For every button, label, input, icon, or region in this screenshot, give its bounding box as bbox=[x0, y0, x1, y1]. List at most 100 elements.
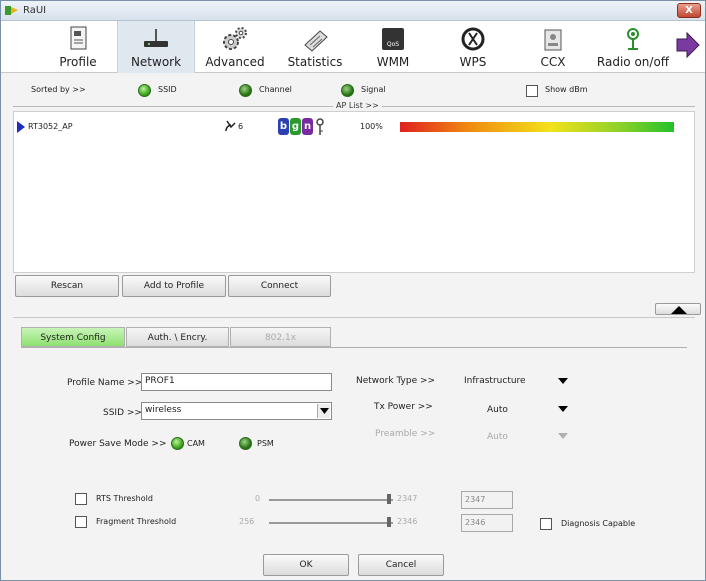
toolbar-network-label: Network bbox=[130, 55, 182, 69]
toolbar-profile-label: Profile bbox=[59, 55, 97, 69]
wmm-icon: QoS bbox=[382, 28, 404, 50]
rts-min: 0 bbox=[255, 494, 261, 503]
toolbar-statistics-button[interactable]: Statistics bbox=[279, 21, 351, 73]
network-icon bbox=[144, 29, 168, 47]
preamble-value: Auto bbox=[487, 432, 508, 442]
fragment-threshold-checkbox[interactable] bbox=[75, 516, 87, 528]
rts-threshold-checkbox[interactable] bbox=[75, 493, 87, 505]
chevron-down-icon bbox=[320, 408, 329, 414]
ok-button[interactable]: OK bbox=[263, 554, 349, 576]
connect-button[interactable]: Connect bbox=[228, 275, 331, 297]
power-save-psm-label: PSM bbox=[257, 439, 274, 448]
sort-channel-label: Channel bbox=[259, 85, 292, 94]
ap-signal-text: 100% bbox=[360, 122, 383, 131]
wps-icon bbox=[461, 27, 485, 51]
collapse-button[interactable] bbox=[655, 303, 701, 315]
rts-slider-thumb[interactable] bbox=[387, 494, 391, 504]
tab-8021x[interactable]: 802.1x bbox=[230, 327, 331, 347]
rts-value-field[interactable]: 2347 bbox=[461, 491, 513, 509]
profile-name-input[interactable]: PROF1 bbox=[141, 373, 332, 391]
ssid-combobox[interactable]: wireless bbox=[141, 402, 332, 420]
mode-n-badge: n bbox=[302, 118, 313, 135]
toolbar-radio-label: Radio on/off bbox=[596, 55, 670, 69]
tab-underline bbox=[21, 347, 687, 348]
network-type-value[interactable]: Infrastructure bbox=[464, 376, 526, 386]
selected-row-arrow-icon bbox=[17, 121, 25, 133]
ccx-icon bbox=[544, 29, 562, 51]
profile-name-label: Profile Name >> bbox=[67, 378, 143, 388]
ap-list: RT3052_AP 6 b g n 100% bbox=[13, 111, 695, 273]
ap-signal-bar bbox=[400, 122, 674, 132]
toolbar-advanced-label: Advanced bbox=[205, 55, 265, 69]
add-to-profile-button[interactable]: Add to Profile bbox=[122, 275, 226, 297]
arrow-right-icon[interactable] bbox=[675, 31, 701, 59]
sorted-by-label: Sorted by >> bbox=[31, 85, 86, 94]
tx-power-value[interactable]: Auto bbox=[487, 405, 508, 415]
svg-text:QoS: QoS bbox=[387, 41, 399, 48]
sort-bar: Sorted by >> SSID Channel Signal Show dB… bbox=[13, 81, 695, 101]
ap-ssid: RT3052_AP bbox=[28, 122, 73, 131]
main-toolbar: Profile Network Advanced Statistics QoS … bbox=[1, 21, 705, 73]
profile-icon bbox=[70, 26, 87, 50]
fragment-min: 256 bbox=[239, 517, 255, 526]
toolbar-ccx-button[interactable]: CCX bbox=[519, 21, 587, 73]
ssid-dropdown-button[interactable] bbox=[317, 404, 330, 418]
toolbar-network-button[interactable]: Network bbox=[117, 21, 195, 73]
toolbar-wps-label: WPS bbox=[459, 55, 487, 69]
fragment-max: 2346 bbox=[397, 517, 418, 526]
preamble-chevron-down-icon bbox=[558, 433, 568, 439]
sort-ssid-label: SSID bbox=[158, 85, 177, 94]
triangle-up-icon bbox=[671, 306, 687, 314]
diagnosis-capable-checkbox[interactable] bbox=[540, 518, 552, 530]
sort-signal-label: Signal bbox=[361, 85, 386, 94]
toolbar-ccx-label: CCX bbox=[540, 55, 566, 69]
toolbar-statistics-label: Statistics bbox=[287, 55, 343, 69]
rescan-button[interactable]: Rescan bbox=[15, 275, 119, 297]
toolbar-advanced-button[interactable]: Advanced bbox=[199, 21, 271, 73]
power-save-cam-radio[interactable] bbox=[171, 437, 184, 450]
fragment-slider[interactable] bbox=[269, 522, 393, 524]
network-type-chevron-down-icon[interactable] bbox=[558, 378, 568, 384]
section-divider bbox=[13, 317, 695, 318]
fragment-threshold-label: Fragment Threshold bbox=[96, 517, 177, 526]
power-save-psm-radio[interactable] bbox=[239, 437, 252, 450]
tab-system-config[interactable]: System Config bbox=[21, 327, 125, 347]
sort-channel-radio[interactable] bbox=[239, 84, 252, 97]
rts-max: 2347 bbox=[397, 494, 418, 503]
preamble-label: Preamble >> bbox=[375, 429, 436, 439]
fragment-slider-thumb[interactable] bbox=[387, 517, 391, 527]
channel-icon bbox=[225, 120, 236, 132]
statistics-icon bbox=[304, 30, 328, 52]
window-title: RaUI bbox=[23, 5, 47, 16]
cancel-button[interactable]: Cancel bbox=[358, 554, 444, 576]
tx-power-label: Tx Power >> bbox=[374, 402, 433, 412]
raui-window: RaUI X Profile Network Advanced Statisti… bbox=[0, 0, 706, 581]
power-save-cam-label: CAM bbox=[187, 439, 205, 448]
show-dbm-label: Show dBm bbox=[545, 85, 588, 94]
ssid-value: wireless bbox=[145, 405, 182, 415]
show-dbm-checkbox[interactable] bbox=[526, 85, 538, 97]
fragment-value-field[interactable]: 2346 bbox=[461, 514, 513, 532]
radio-antenna-icon bbox=[627, 28, 639, 50]
key-icon bbox=[316, 118, 324, 135]
title-bar: RaUI X bbox=[1, 1, 705, 21]
ap-channel: 6 bbox=[238, 122, 244, 131]
ap-list-label: AP List >> bbox=[333, 101, 382, 110]
rts-threshold-label: RTS Threshold bbox=[96, 494, 153, 503]
rts-slider[interactable] bbox=[269, 499, 393, 501]
tab-auth-encry[interactable]: Auth. \ Encry. bbox=[126, 327, 229, 347]
power-save-label: Power Save Mode >> bbox=[69, 439, 167, 449]
sort-ssid-radio[interactable] bbox=[138, 84, 151, 97]
toolbar-radio-button[interactable]: Radio on/off bbox=[593, 21, 673, 73]
toolbar-wps-button[interactable]: WPS bbox=[439, 21, 507, 73]
toolbar-profile-button[interactable]: Profile bbox=[43, 21, 113, 73]
sort-signal-radio[interactable] bbox=[341, 84, 354, 97]
ap-row[interactable]: RT3052_AP 6 b g n 100% bbox=[14, 116, 694, 138]
mode-b-badge: b bbox=[278, 118, 289, 135]
gears-icon bbox=[223, 27, 247, 50]
app-icon bbox=[5, 6, 18, 15]
network-type-label: Network Type >> bbox=[356, 376, 436, 386]
tx-power-chevron-down-icon[interactable] bbox=[558, 406, 568, 412]
toolbar-wmm-button[interactable]: QoS WMM bbox=[359, 21, 427, 73]
close-button[interactable]: X bbox=[677, 3, 701, 18]
